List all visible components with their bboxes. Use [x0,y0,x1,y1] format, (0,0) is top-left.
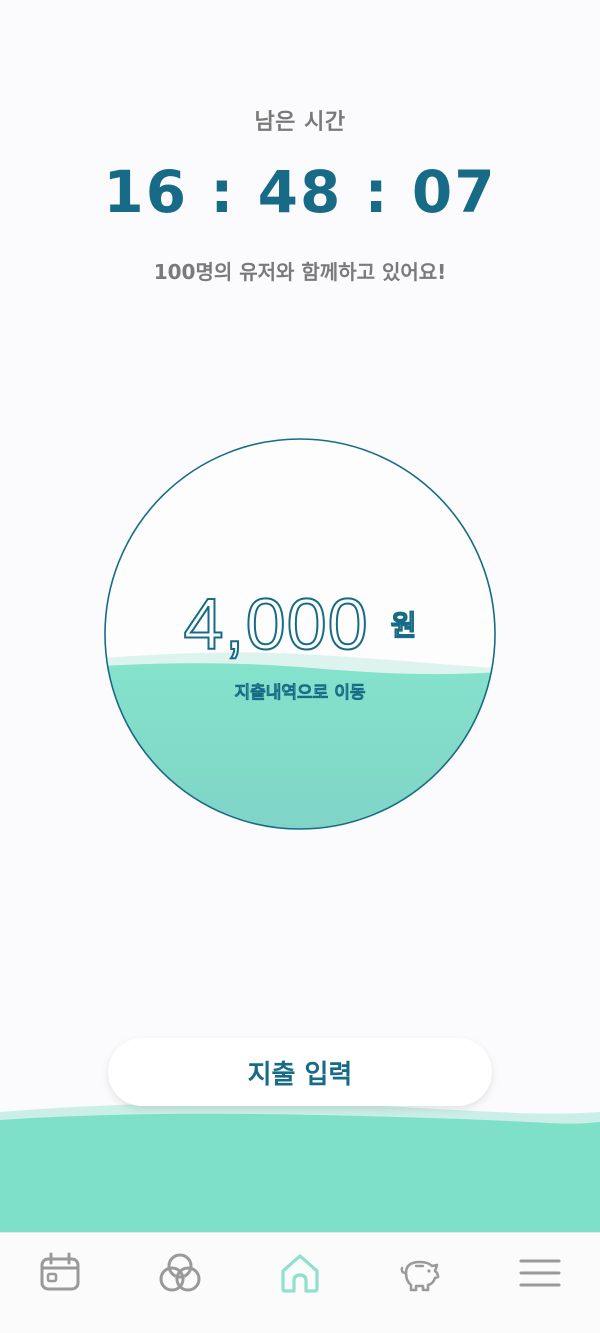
spent-amount-value: 4,000 [183,584,369,666]
add-expense-button[interactable]: 지출 입력 [108,1038,492,1106]
bottom-wave-front [0,1113,600,1235]
nav-groups[interactable] [140,1251,220,1315]
remaining-time-label: 남은 시간 [254,110,346,135]
spending-gauge[interactable]: 4,000 원 지출내역으로 이동 [102,436,498,832]
nav-home[interactable] [260,1251,340,1315]
home-screen: 남은 시간 16 : 48 : 07 100명의 유저와 함께하고 있어요! 4… [0,0,600,1333]
bottom-wave [0,1102,600,1235]
go-to-history-link[interactable]: 지출내역으로 이동 [102,678,498,704]
menu-icon [519,1259,561,1287]
active-users-text: 100명의 유저와 함께하고 있어요! [153,260,447,284]
nav-calendar[interactable] [20,1251,100,1315]
home-icon [281,1254,319,1293]
nav-savings[interactable] [380,1251,460,1315]
countdown-timer: 16 : 48 : 07 [103,158,497,226]
piggy-bank-icon [400,1260,440,1292]
calendar-icon [40,1252,80,1291]
spent-amount: 4,000 원 [102,584,498,666]
nav-menu[interactable] [500,1251,580,1315]
currency-unit: 원 [390,608,417,642]
venn-circles-icon [159,1253,201,1292]
bottom-navigation [0,1232,600,1333]
